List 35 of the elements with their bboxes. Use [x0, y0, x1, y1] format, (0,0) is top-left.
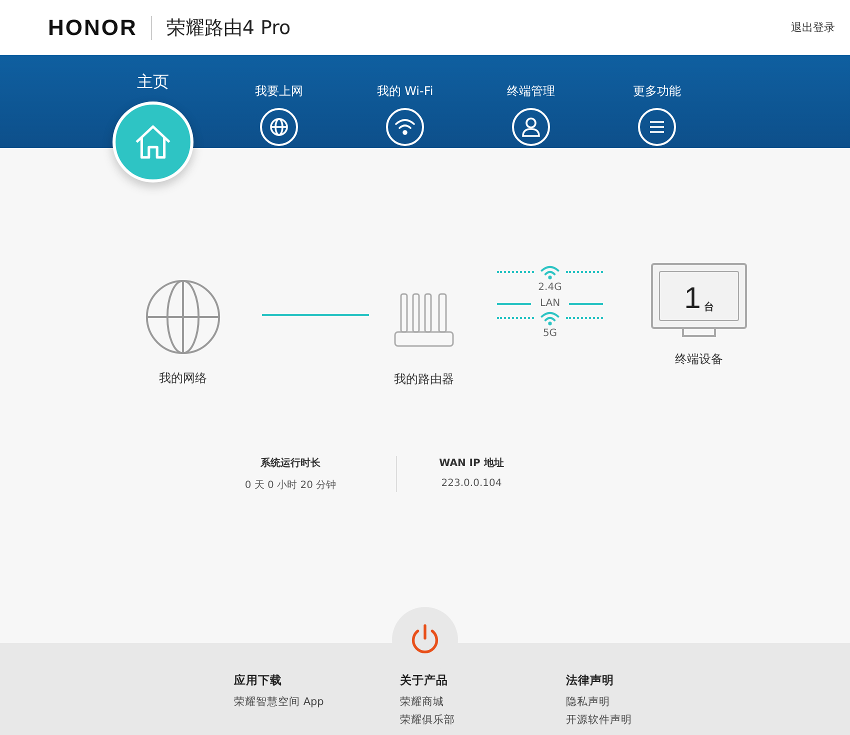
stat-label: WAN IP 地址 — [439, 456, 504, 470]
wifi-icon — [385, 107, 425, 147]
router-label: 我的路由器 — [394, 371, 454, 388]
globe-icon — [259, 107, 299, 147]
footer-link[interactable]: 荣耀智慧空间 App — [234, 695, 400, 709]
user-icon — [511, 107, 551, 147]
menu-icon — [637, 107, 677, 147]
device-unit: 台 — [704, 300, 714, 314]
nav-tab[interactable]: 我的 Wi-Fi — [342, 55, 468, 147]
nav-tab[interactable]: 主页 — [90, 55, 216, 183]
footer-heading: 关于产品 — [400, 673, 449, 688]
band-label: 2.4G — [538, 282, 562, 293]
device-count: 1 — [684, 284, 701, 314]
wifi-icon — [539, 309, 561, 326]
stat-value: 223.0.0.104 — [441, 478, 502, 489]
footer-link[interactable]: 隐私声明 — [566, 695, 732, 709]
footer-heading: 应用下载 — [234, 673, 283, 688]
footer-link[interactable]: 荣耀俱乐部 — [400, 713, 566, 727]
brand-logo: HONOR — [48, 14, 138, 40]
footer-link[interactable]: 开源软件声明 — [566, 713, 732, 727]
globe-icon — [144, 278, 222, 356]
footer-link[interactable]: 荣耀商城 — [400, 695, 566, 709]
footer-heading: 法律声明 — [566, 673, 615, 688]
product-name: 荣耀路由4 Pro — [166, 16, 291, 40]
logout-link[interactable]: 退出登录 — [791, 20, 835, 35]
network-label: 我的网络 — [159, 370, 207, 387]
lan-label: LAN — [540, 298, 560, 309]
wifi-icon — [539, 263, 561, 280]
band-label: 5G — [542, 328, 558, 339]
nav-tab[interactable]: 我要上网 — [216, 55, 342, 147]
devices-label: 终端设备 — [675, 351, 723, 368]
stat-label: 系统运行时长 — [260, 456, 320, 470]
nav-tab[interactable]: 更多功能 — [594, 55, 720, 147]
nav-tab[interactable]: 终端管理 — [468, 55, 594, 147]
stat-value: 0 天 0 小时 20 分钟 — [244, 478, 336, 492]
